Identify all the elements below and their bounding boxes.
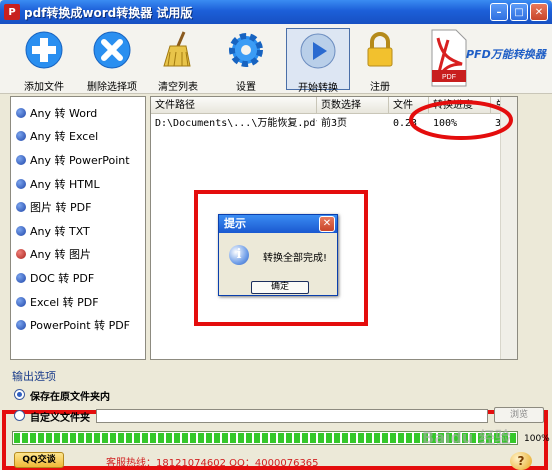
sidebar-item-label: 图片 转 PDF	[30, 201, 92, 215]
bullet-icon	[16, 131, 26, 142]
sidebar-item-label: Any 转 Excel	[30, 130, 99, 144]
custom-folder-label: 自定义文件夹	[30, 413, 90, 424]
dialog-close-button[interactable]: ✕	[319, 216, 335, 232]
bullet-icon	[16, 249, 26, 260]
save-same-folder-radio[interactable]	[14, 389, 25, 400]
sidebar-item-any-to-word[interactable]: Any 转 Word	[11, 101, 145, 125]
progress-percent: 100%	[524, 434, 550, 444]
dialog-ok-button[interactable]: 确定	[251, 281, 309, 294]
delete-icon	[92, 30, 132, 70]
bullet-icon	[16, 178, 26, 189]
pdf-icon: PDF	[431, 29, 467, 87]
sidebar-item-any-to-excel[interactable]: Any 转 Excel	[11, 125, 145, 149]
sidebar-item-label: Any 转 Word	[30, 106, 98, 120]
app-icon: P	[4, 4, 20, 20]
close-button[interactable]: ✕	[530, 3, 548, 21]
save-same-folder-label: 保存在原文件夹内	[30, 392, 110, 403]
bullet-icon	[16, 154, 26, 165]
brand-logo: PDF PFD万能转换器	[426, 24, 548, 94]
sidebar-item-label: Any 转 PowerPoint	[30, 153, 130, 167]
bullet-icon	[16, 225, 26, 236]
start-convert-label: 开始转换	[298, 83, 338, 94]
play-icon	[298, 31, 338, 71]
output-folder-input[interactable]	[96, 409, 488, 423]
svg-text:PDF: PDF	[442, 74, 456, 81]
maximize-button[interactable]: □	[510, 3, 528, 21]
lock-icon	[360, 30, 400, 70]
clear-list-label: 清空列表	[158, 82, 198, 93]
register-label: 注册	[370, 82, 390, 93]
dialog-message: 转换全部完成!	[263, 253, 328, 264]
window-controls: – □ ✕	[490, 3, 548, 21]
gear-icon	[226, 30, 266, 70]
bullet-icon	[16, 296, 26, 307]
sidebar-item-label: Any 转 图片	[30, 248, 91, 262]
sidebar-item-label: Any 转 HTML	[30, 177, 100, 191]
start-convert-button[interactable]: 开始转换	[286, 28, 350, 94]
sidebar-item-excel-to-pdf[interactable]: Excel 转 PDF	[11, 290, 145, 314]
minimize-button[interactable]: –	[490, 3, 508, 21]
bullet-icon	[16, 107, 26, 118]
qq-chat-button[interactable]: QQ交谈	[14, 452, 64, 468]
sidebar-item-doc-to-pdf[interactable]: DOC 转 PDF	[11, 266, 145, 290]
completion-dialog: 提示 ✕ i 转换全部完成! 确定	[218, 214, 338, 296]
sidebar-item-any-to-txt[interactable]: Any 转 TXT	[11, 219, 145, 243]
add-file-label: 添加文件	[24, 82, 64, 93]
register-button[interactable]: 注册	[348, 28, 412, 93]
column-header-pages[interactable]: 页数选择	[317, 97, 389, 113]
bullet-icon	[16, 320, 26, 331]
custom-folder-radio[interactable]	[14, 410, 25, 421]
browse-button[interactable]: 浏览	[494, 407, 544, 423]
toolbar: 添加文件 删除选择项 清空列表 设置 开始转换 注册 PDF PFD万能转换器	[0, 24, 552, 94]
sidebar-item-image-to-pdf[interactable]: 图片 转 PDF	[11, 195, 145, 219]
settings-label: 设置	[236, 82, 256, 93]
add-file-button[interactable]: 添加文件	[12, 28, 76, 93]
clear-list-button[interactable]: 清空列表	[146, 28, 210, 93]
bullet-icon	[16, 202, 26, 213]
dialog-title-bar: 提示 ✕	[219, 215, 337, 233]
sidebar-item-label: Any 转 TXT	[30, 224, 90, 238]
sidebar-item-label: Excel 转 PDF	[30, 295, 99, 309]
sidebar-item-any-to-powerpoint[interactable]: Any 转 PowerPoint	[11, 148, 145, 172]
sidebar-item-any-to-html[interactable]: Any 转 HTML	[11, 172, 145, 196]
delete-selected-button[interactable]: 删除选择项	[80, 28, 144, 93]
dialog-title: 提示	[224, 217, 246, 230]
settings-button[interactable]: 设置	[214, 28, 278, 93]
column-header-path[interactable]: 文件路径	[151, 97, 317, 113]
support-contact: 客服热线：18121074602 QQ：4000076365	[106, 458, 319, 469]
broom-icon	[158, 30, 198, 70]
brand-label: PFD万能转换器	[466, 48, 546, 61]
cell-pages: 前3页	[321, 118, 348, 129]
window-title: pdf转换成word转换器 试用版	[24, 5, 193, 20]
annotation-ellipse	[409, 100, 513, 140]
output-options-label: 输出选项	[12, 370, 56, 383]
title-bar: P pdf转换成word转换器 试用版 – □ ✕	[0, 0, 552, 24]
sidebar-item-label: PowerPoint 转 PDF	[30, 319, 130, 333]
sidebar-item-powerpoint-to-pdf[interactable]: PowerPoint 转 PDF	[11, 313, 145, 337]
conversion-type-list: Any 转 Word Any 转 Excel Any 转 PowerPoint …	[10, 96, 146, 360]
delete-selected-label: 删除选择项	[87, 82, 137, 93]
watermark: Baidu 经验	[422, 428, 511, 447]
sidebar-item-label: DOC 转 PDF	[30, 271, 95, 285]
add-icon	[24, 30, 64, 70]
bullet-icon	[16, 272, 26, 283]
cell-path: D:\Documents\...\万能恢复.pdf	[155, 118, 317, 129]
info-icon: i	[229, 245, 249, 265]
help-icon[interactable]: ?	[510, 452, 532, 470]
sidebar-item-any-to-image[interactable]: Any 转 图片	[11, 243, 145, 267]
